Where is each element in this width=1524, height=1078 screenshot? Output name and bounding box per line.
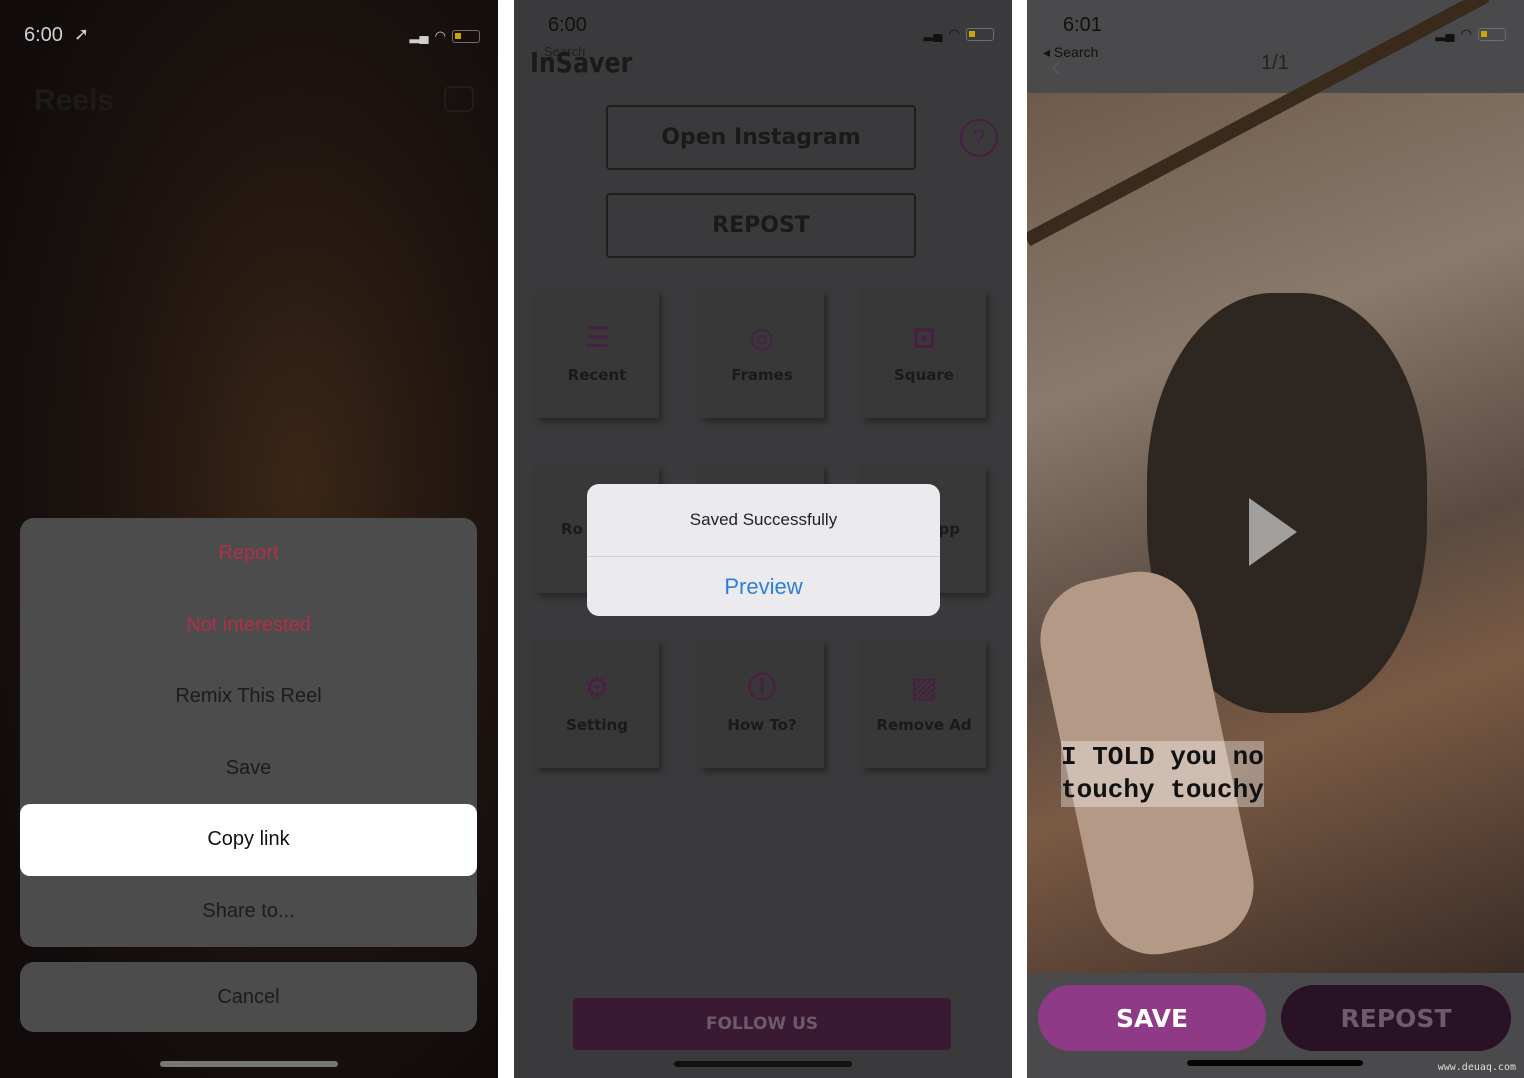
home-indicator	[674, 1061, 852, 1067]
page-title: Reels	[34, 84, 115, 117]
page-counter: 1/1	[1261, 52, 1289, 74]
play-icon[interactable]	[1249, 498, 1297, 566]
question-icon: ⓘ	[747, 671, 776, 704]
signal-icon: ▂▄	[409, 28, 429, 43]
wifi-icon: ◠	[1460, 26, 1472, 41]
ad-icon: ▨	[910, 671, 938, 704]
grid-label: pp	[938, 520, 960, 538]
action-sheet: Report Not interested Remix This Reel Sa…	[20, 518, 477, 947]
battery-icon	[452, 29, 480, 43]
preview-screen: 6:01 ▂▄ ◠ ◂ Search ‹ 1/1 I TOLD you no to…	[1027, 0, 1524, 1078]
status-time: 6:01	[1063, 14, 1102, 36]
watermark: www.deuaq.com	[1437, 1062, 1516, 1073]
repost-button[interactable]: REPOST	[606, 193, 916, 258]
menu-copy-link[interactable]: Copy link	[20, 804, 477, 876]
menu-not-interested[interactable]: Not interested	[20, 590, 477, 662]
grid-label: Square	[894, 366, 954, 384]
grid-how-to[interactable]: ⓘ How To?	[700, 640, 824, 768]
battery-icon	[1478, 27, 1506, 41]
grid-label: Setting	[566, 716, 628, 734]
caption-line: I TOLD you no	[1061, 741, 1264, 774]
status-time: 6:00	[24, 24, 63, 46]
menu-report[interactable]: Report	[20, 518, 477, 590]
app-title: InSaver	[530, 46, 633, 79]
grid-recent[interactable]: ☰ Recent	[535, 290, 659, 418]
menu-remix[interactable]: Remix This Reel	[20, 661, 477, 733]
caption-line: touchy touchy	[1061, 774, 1264, 807]
status-icons: ▂▄ ◠	[1435, 26, 1506, 42]
menu-save[interactable]: Save	[20, 733, 477, 805]
repost-button[interactable]: REPOST	[1281, 985, 1511, 1051]
wifi-icon: ◠	[948, 26, 960, 41]
gear-icon: ⚙	[584, 671, 610, 704]
wifi-icon: ◠	[434, 28, 446, 43]
grid-frames[interactable]: ◎ Frames	[700, 290, 824, 418]
list-icon: ☰	[584, 321, 610, 354]
location-icon: ➚	[74, 24, 90, 44]
status-time: 6:00	[548, 14, 587, 36]
home-indicator	[160, 1061, 338, 1067]
status-icons: ▂▄ ◠	[923, 26, 994, 42]
save-button[interactable]: SAVE	[1038, 985, 1266, 1051]
grid-remove-ad[interactable]: ▨ Remove Ad	[862, 640, 986, 768]
grid-label: Remove Ad	[876, 716, 972, 734]
video-caption: I TOLD you no touchy touchy	[1061, 741, 1264, 807]
back-chevron-icon[interactable]: ‹	[1051, 50, 1061, 84]
grid-label: Recent	[567, 366, 627, 384]
home-indicator	[1187, 1060, 1363, 1066]
grid-square[interactable]: ⊡ Square	[862, 290, 986, 418]
grid-label: Ro	[561, 520, 583, 538]
insaver-screen: 6:00 ▂▄ ◠ Search InSaver Open Instagram R…	[514, 0, 1012, 1078]
grid-label: Frames	[731, 366, 793, 384]
open-instagram-button[interactable]: Open Instagram	[606, 105, 916, 170]
frames-icon: ◎	[749, 321, 775, 354]
follow-us-button[interactable]: FOLLOW US	[573, 998, 951, 1050]
square-icon: ⊡	[912, 321, 936, 354]
status-icons: ▂▄ ◠	[409, 28, 480, 44]
help-icon[interactable]: ?	[960, 119, 998, 157]
grid-setting[interactable]: ⚙ Setting	[535, 640, 659, 768]
instagram-reels-screen: 6:00 ➚ ▂▄ ◠ Reels Report Not interested R…	[0, 0, 498, 1078]
camera-icon[interactable]	[444, 86, 474, 112]
menu-share-to[interactable]: Share to...	[20, 876, 477, 948]
alert-message: Saved Successfully	[587, 484, 940, 557]
video-preview[interactable]: I TOLD you no touchy touchy	[1027, 0, 1524, 973]
alert-dialog: Saved Successfully Preview	[587, 484, 940, 616]
grid-label: How To?	[727, 716, 797, 734]
preview-button[interactable]: Preview	[587, 557, 940, 616]
signal-icon: ▂▄	[923, 26, 943, 41]
battery-icon	[966, 27, 994, 41]
cancel-button[interactable]: Cancel	[20, 962, 477, 1032]
